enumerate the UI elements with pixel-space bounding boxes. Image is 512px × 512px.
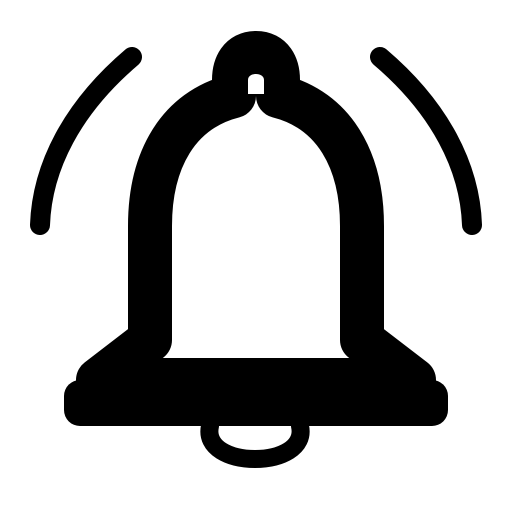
left-ring-wave-icon [30, 47, 142, 235]
right-ring-wave-icon [370, 47, 482, 235]
bell-body-icon [76, 31, 436, 402]
bell-clapper-icon [200, 417, 310, 468]
bell-ringing-icon [30, 31, 482, 468]
bell-rim-icon [64, 380, 448, 426]
icon-canvas [0, 0, 512, 512]
bell-top-knob-icon [248, 74, 264, 94]
